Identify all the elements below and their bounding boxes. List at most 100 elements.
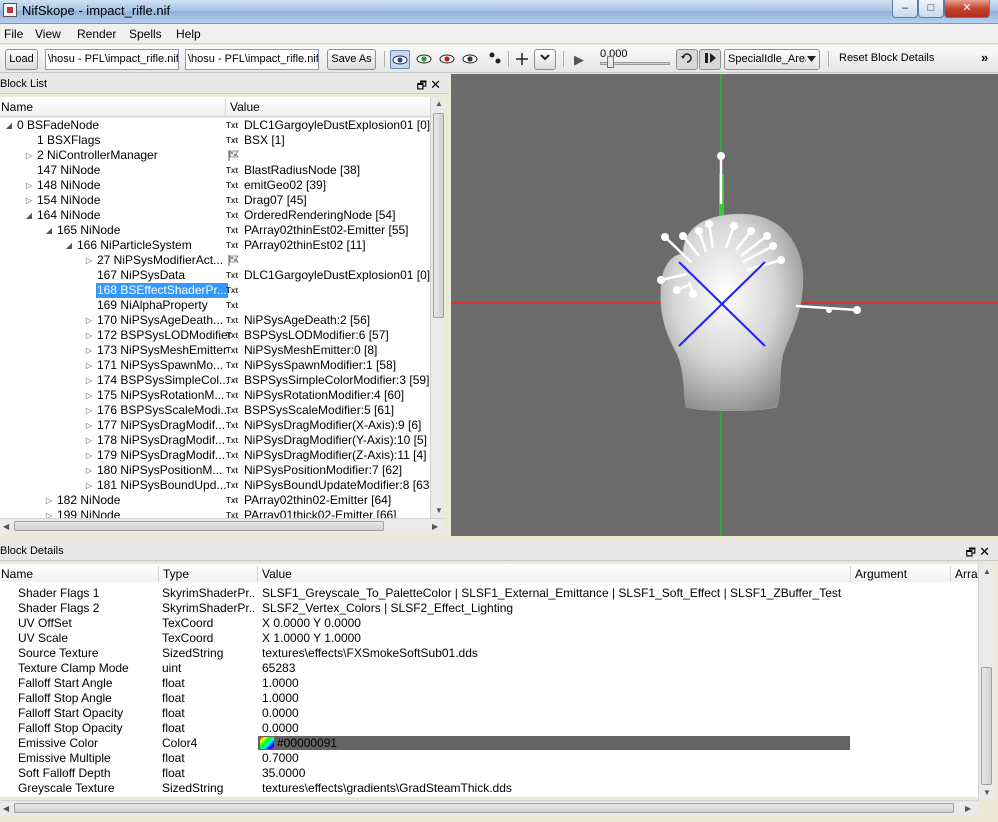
detail-row[interactable]: Source Texture SizedString textures\effect… [0,646,978,661]
detail-value[interactable]: 1.0000 [262,676,850,691]
block-list-hscroll[interactable]: ◀ ▶ [0,518,446,534]
tree-row[interactable]: ▷ 170 NiPSysAgeDeath... Txt NiPSysAgeDeath:… [0,313,430,328]
scroll-left-arrow[interactable]: ◀ [3,522,9,531]
tree-row[interactable]: ◢ 0 BSFadeNode Txt DLC1GargoyleDustExplosio… [0,118,430,133]
dock-icon[interactable]: 🗗 [417,76,427,96]
expand-arrow-icon[interactable]: ▷ [24,148,34,163]
col-name[interactable]: Name [1,97,33,117]
block-details-hscroll[interactable]: ◀ ▶ [0,800,978,815]
scroll-down-arrow[interactable]: ▼ [435,506,443,515]
expand-arrow-icon[interactable]: ▷ [84,313,94,328]
collapse-arrow-icon[interactable]: ◢ [4,118,14,133]
collapse-arrow-icon[interactable]: ◢ [24,208,34,223]
maximize-button[interactable]: □ [918,0,944,18]
load-path-field[interactable]: \hosu - PFL\impact_rifle.nif [45,49,179,70]
detail-value[interactable]: X 1.0000 Y 1.0000 [262,631,850,646]
detail-row[interactable]: Greyscale Texture SizedString textures\eff… [0,781,978,796]
walk-icon[interactable] [485,50,505,69]
expand-arrow-icon[interactable]: ▷ [44,493,54,508]
tree-row[interactable]: ▷ 174 BSPSysSimpleCol... Txt BSPSysSimpleCo… [0,373,430,388]
detail-value[interactable]: 65283 [262,661,850,676]
save-path-field[interactable]: \hosu - PFL\impact_rifle.nif [185,49,319,70]
menu-file[interactable]: File [4,27,23,41]
tree-row[interactable]: 1 BSXFlags Txt BSX [1] [0,133,430,148]
detail-row[interactable]: Soft Falloff Depth float 35.0000 [0,766,978,781]
close-icon[interactable]: ✕ [979,542,990,562]
tree-row[interactable]: ▷ 182 NiNode Txt PArray02thin02-Emitter [64… [0,493,430,508]
time-slider-knob[interactable] [607,56,614,68]
expand-arrow-icon[interactable]: ▷ [84,403,94,418]
expand-arrow-icon[interactable]: ▷ [84,463,94,478]
view-dropdown-button[interactable] [534,49,556,70]
collapse-arrow-icon[interactable]: ◢ [44,223,54,238]
scroll-thumb[interactable] [433,113,444,318]
render-viewport[interactable] [451,74,998,536]
expand-arrow-icon[interactable]: ▷ [44,508,54,518]
expand-arrow-icon[interactable]: ▷ [84,448,94,463]
loop-button[interactable] [676,49,698,70]
col-type[interactable]: Type [163,564,189,584]
menu-render[interactable]: Render [77,27,116,41]
menu-help[interactable]: Help [176,27,201,41]
reset-block-details-button[interactable]: Reset Block Details [839,52,934,64]
tree-row[interactable]: ▷ 180 NiPSysPositionM... Txt NiPSysPosition… [0,463,430,478]
tree-row[interactable]: ▷ 148 NiNode Txt emitGeo02 [39] [0,178,430,193]
close-button[interactable]: ✕ [944,0,990,18]
scroll-thumb[interactable] [981,667,992,785]
col-value[interactable]: Value [262,564,292,584]
detail-value[interactable]: 1.0000 [262,691,850,706]
expand-arrow-icon[interactable]: ▷ [84,253,94,268]
tree-row[interactable]: ▷ 171 NiPSysSpawnMo... Txt NiPSysSpawnModif… [0,358,430,373]
tree-row[interactable]: 168 BSEffectShaderPr... Txt [0,283,430,298]
switch-button[interactable] [699,49,721,70]
detail-row[interactable]: Texture Clamp Mode uint 65283 [0,661,978,676]
scroll-right-arrow[interactable]: ▶ [432,522,438,531]
toolbar-overflow-button[interactable]: » [981,50,988,65]
detail-value[interactable]: 0.7000 [262,751,850,766]
expand-arrow-icon[interactable]: ▷ [84,373,94,388]
detail-value[interactable]: textures\effects\FXSmokeSoftSub01.dds [262,646,850,661]
detail-value[interactable]: 0.0000 [262,706,850,721]
tree-row[interactable]: ▷ 177 NiPSysDragModif... Txt NiPSysDragModi… [0,418,430,433]
detail-row[interactable]: Shader Flags 1 SkyrimShaderPr... SLSF1_Gre… [0,586,978,601]
col-value[interactable]: Value [230,97,260,117]
tree-row[interactable]: ◢ 166 NiParticleSystem Txt PArray02thinEst0… [0,238,430,253]
scroll-thumb[interactable] [14,803,954,813]
tree-row[interactable]: ▷ 199 NiNode Txt PArray01thick02-Emitter [6… [0,508,430,518]
col-argument[interactable]: Argument [855,564,907,584]
detail-row[interactable]: Falloff Start Opacity float 0.0000 [0,706,978,721]
expand-arrow-icon[interactable]: ▷ [84,343,94,358]
tree-row[interactable]: ▷ 178 NiPSysDragModif... Txt NiPSysDragModi… [0,433,430,448]
tree-row[interactable]: ▷ 172 BSPSysLODModifier Txt BSPSysLODModifi… [0,328,430,343]
detail-row[interactable]: Falloff Stop Opacity float 0.0000 [0,721,978,736]
play-icon[interactable]: ▶ [569,50,589,69]
detail-value[interactable]: 35.0000 [262,766,850,781]
axis-move-icon[interactable] [512,50,532,69]
view-eye-icon[interactable] [390,50,410,69]
block-details-vscroll[interactable]: ▲ ▼ [978,564,994,800]
dock-icon[interactable]: 🗗 [966,543,976,563]
scroll-up-arrow[interactable]: ▲ [435,99,443,108]
detail-value[interactable]: X 0.0000 Y 0.0000 [262,616,850,631]
tree-row[interactable]: ▷ 2 NiControllerManager [0,148,430,163]
close-icon[interactable]: ✕ [430,75,441,95]
save-as-button[interactable]: Save As [327,49,376,70]
animation-select[interactable]: SpecialIdle_Area [724,49,820,70]
expand-arrow-icon[interactable]: ▷ [84,388,94,403]
menu-spells[interactable]: Spells [129,27,162,41]
red-eye-icon[interactable] [437,50,457,69]
collapse-arrow-icon[interactable]: ◢ [64,238,74,253]
detail-row[interactable]: UV OffSet TexCoord X 0.0000 Y 0.0000 [0,616,978,631]
detail-row[interactable]: UV Scale TexCoord X 1.0000 Y 1.0000 [0,631,978,646]
tree-row[interactable]: 169 NiAlphaProperty Txt [0,298,430,313]
col-array[interactable]: Arra [955,564,978,584]
detail-value[interactable]: 0.0000 [262,721,850,736]
menu-view[interactable]: View [35,27,61,41]
tree-row[interactable]: ▷ 173 NiPSysMeshEmitter Txt NiPSysMeshEmitt… [0,343,430,358]
tree-row[interactable]: ▷ 176 BSPSysScaleModi... Txt BSPSysScaleMod… [0,403,430,418]
detail-row[interactable]: Falloff Stop Angle float 1.0000 [0,691,978,706]
expand-arrow-icon[interactable]: ▷ [84,328,94,343]
tree-row[interactable]: ◢ 164 NiNode Txt OrderedRenderingNode [54] [0,208,430,223]
tree-row[interactable]: ▷ 179 NiPSysDragModif... Txt NiPSysDragModi… [0,448,430,463]
detail-value[interactable]: SLSF1_Greyscale_To_PaletteColor | SLSF1_… [262,586,850,601]
